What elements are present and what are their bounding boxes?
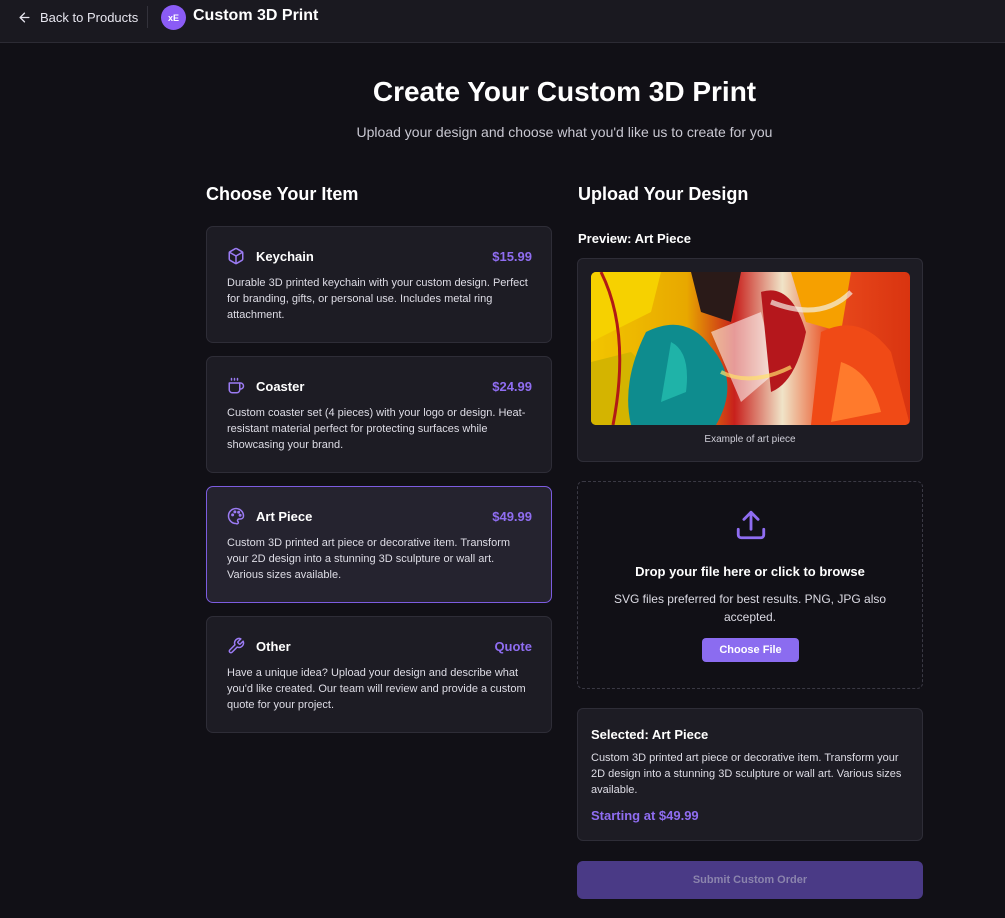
top-bar: Back to Products xE Custom 3D Print [0,0,1005,43]
cube-icon [227,247,245,265]
item-description: Durable 3D printed keychain with your cu… [227,277,528,321]
dropzone-title: Drop your file here or click to browse [635,564,865,579]
summary-price: Starting at $49.99 [591,808,699,823]
upload-icon [736,510,766,540]
item-card-keychain[interactable]: Keychain $15.99 Durable 3D printed keych… [206,226,552,343]
brand-title: Custom 3D Print [193,7,319,24]
page-title: Create Your Custom 3D Print [372,76,757,107]
back-to-products-link[interactable]: Back to Products [17,8,138,26]
back-link-label: Back to Products [40,9,139,25]
brand-logo: xE [161,5,186,30]
cup-icon [227,377,245,395]
item-card-art-piece[interactable]: Art Piece $49.99 Custom 3D printed art p… [206,486,552,603]
submit-order-button[interactable]: Submit Custom Order [577,861,923,899]
item-price: $15.99 [492,248,532,264]
palette-icon [227,507,245,525]
item-price: $24.99 [492,378,532,394]
wrench-icon [227,637,245,655]
art-preview-image [591,272,910,425]
upload-design-heading: Upload Your Design [578,184,749,204]
item-card-other[interactable]: Other Quote Have a unique idea? Upload y… [206,616,552,733]
item-card-coaster[interactable]: Coaster $24.99 Custom coaster set (4 pie… [206,356,552,473]
preview-caption: Example of art piece [704,434,796,445]
item-name: Other [256,638,291,654]
choose-item-heading: Choose Your Item [206,184,359,204]
dropzone-hint: SVG files preferred for best results. PN… [613,592,887,624]
item-name: Keychain [256,248,314,264]
preview-label: Preview: Art Piece [578,231,691,246]
file-dropzone[interactable]: Drop your file here or click to browse S… [577,481,923,689]
item-name: Art Piece [256,508,313,524]
preview-card: Example of art piece [577,258,923,462]
page-subtitle: Upload your design and choose what you'd… [356,124,773,140]
item-description: Custom 3D printed art piece or decorativ… [227,537,511,581]
item-price: Quote [494,638,532,654]
summary-title: Selected: Art Piece [591,727,709,742]
item-description: Custom coaster set (4 pieces) with your … [227,407,526,451]
item-price: $49.99 [492,508,532,524]
divider [147,6,148,28]
choose-file-button[interactable]: Choose File [702,638,799,662]
item-name: Coaster [256,378,305,394]
selection-summary: Selected: Art Piece Custom 3D printed ar… [577,708,923,841]
summary-description: Custom 3D printed art piece or decorativ… [591,752,902,796]
arrow-left-icon [19,12,30,22]
item-description: Have a unique idea? Upload your design a… [227,667,526,711]
